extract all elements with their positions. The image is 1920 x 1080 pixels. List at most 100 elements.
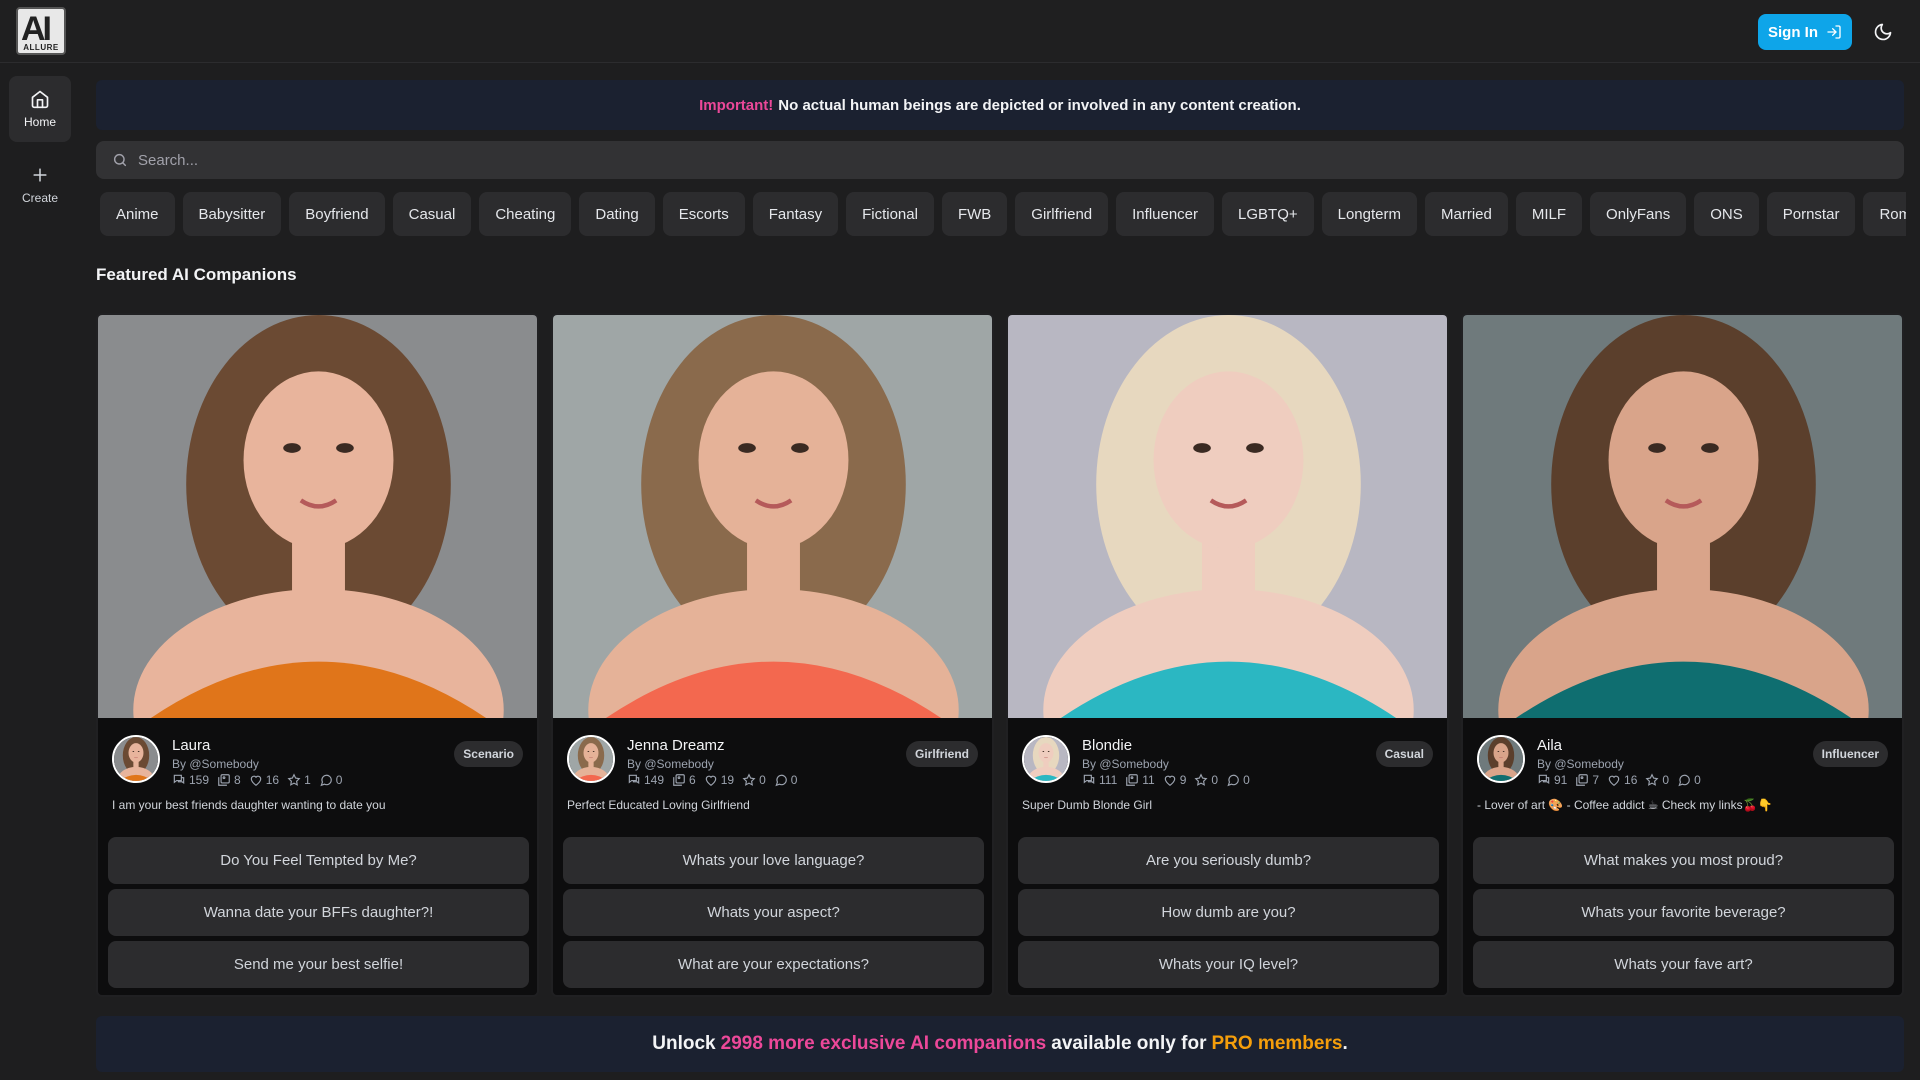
tag-anime[interactable]: Anime (100, 192, 175, 236)
heart-icon (1608, 775, 1620, 786)
images-icon (1576, 774, 1589, 786)
sign-in-button[interactable]: Sign In (1758, 14, 1852, 50)
tag-fictional[interactable]: Fictional (846, 192, 934, 236)
search-input[interactable] (138, 151, 1838, 169)
search-bar[interactable] (96, 141, 1904, 179)
star-icon (742, 773, 756, 786)
prompt-button[interactable]: Wanna date your BFFs daughter?! (108, 889, 529, 936)
prompt-button[interactable]: Are you seriously dumb? (1018, 837, 1439, 884)
category-badge: Casual (1375, 741, 1433, 767)
tag-married[interactable]: Married (1425, 192, 1508, 236)
search-icon (113, 153, 127, 167)
sidebar-item-create[interactable]: Create (9, 152, 71, 218)
upsell-suffix: . (1342, 1033, 1348, 1054)
companion-stats: 149 6 19 0 0 (627, 773, 797, 787)
companion-name: Laura (172, 737, 211, 754)
tag-dating[interactable]: Dating (579, 192, 655, 236)
sign-in-icon (1827, 25, 1841, 39)
prompt-button[interactable]: Whats your fave art? (1473, 941, 1894, 988)
prompt-button[interactable]: What are your expectations? (563, 941, 984, 988)
companion-description: Perfect Educated Loving Girlfriend (567, 798, 750, 812)
theme-toggle-button[interactable] (1870, 19, 1896, 45)
tag-girlfriend[interactable]: Girlfriend (1015, 192, 1109, 236)
prompt-button[interactable]: Whats your aspect? (563, 889, 984, 936)
stat-value: 0 (1243, 773, 1250, 787)
sidebar-item-label: Home (23, 115, 56, 129)
category-tags: Anime Babysitter Boyfriend Casual Cheati… (100, 192, 1906, 238)
tag-fwb[interactable]: FWB (941, 192, 1008, 236)
tag-influencer[interactable]: Influencer (1116, 192, 1215, 236)
tag-babysitter[interactable]: Babysitter (182, 192, 282, 236)
companion-author[interactable]: By @Somebody (1082, 757, 1169, 771)
chat-icon (1538, 774, 1550, 785)
stat-chats: 159 (172, 773, 209, 787)
stat-chats: 149 (627, 773, 664, 787)
stat-value: 91 (1554, 773, 1568, 787)
stat-value: 0 (1211, 773, 1219, 787)
stat-images: 7 (1575, 773, 1599, 787)
companion-photo[interactable] (98, 315, 537, 718)
tag-lgbtq[interactable]: LGBTQ+ (1222, 192, 1314, 236)
companion-author[interactable]: By @Somebody (172, 757, 259, 771)
companion-card[interactable]: Aila By @Somebody 91 7 16 0 0 Influencer… (1461, 313, 1904, 997)
prompt-button[interactable]: How dumb are you? (1018, 889, 1439, 936)
companion-card[interactable]: Laura By @Somebody 159 8 16 1 0 Scenario… (96, 313, 539, 997)
companion-author[interactable]: By @Somebody (1537, 757, 1624, 771)
companion-card[interactable]: Jenna Dreamz By @Somebody 149 6 19 0 0 G… (551, 313, 994, 997)
comment-icon (775, 774, 787, 787)
tag-ons[interactable]: ONS (1694, 192, 1759, 236)
stat-value: 159 (189, 773, 210, 787)
avatar (112, 735, 160, 783)
stat-value: 9 (1179, 773, 1187, 787)
prompt-button[interactable]: What makes you most proud? (1473, 837, 1894, 884)
tag-onlyfans[interactable]: OnlyFans (1590, 192, 1687, 236)
prompt-button[interactable]: Do You Feel Tempted by Me? (108, 837, 529, 884)
companion-photo[interactable] (1008, 315, 1447, 718)
prompt-button[interactable]: Whats your love language? (563, 837, 984, 884)
prompt-button[interactable]: Send me your best selfie! (108, 941, 529, 988)
companion-name: Aila (1537, 737, 1563, 754)
stat-value: 0 (335, 773, 343, 787)
avatar (1477, 735, 1525, 783)
tag-longterm[interactable]: Longterm (1321, 192, 1417, 236)
tag-romance[interactable]: Romance (1863, 192, 1906, 236)
stat-stars: 1 (287, 773, 311, 787)
stat-value: 16 (265, 773, 280, 787)
comment-icon (1678, 774, 1690, 787)
prompt-button[interactable]: Whats your IQ level? (1018, 941, 1439, 988)
tag-cheating[interactable]: Cheating (479, 192, 572, 236)
prompt-button[interactable]: Whats your favorite beverage? (1473, 889, 1894, 936)
disclaimer-banner: Important! No actual human beings are de… (96, 80, 1904, 130)
stat-comments: 0 (319, 773, 343, 787)
tag-pornstar[interactable]: Pornstar (1766, 192, 1856, 236)
pro-upsell-banner[interactable]: Unlock 2998 more exclusive AI companions… (96, 1016, 1904, 1072)
stat-chats: 91 (1537, 773, 1567, 787)
stat-likes: 9 (1163, 773, 1187, 787)
heart-icon (1164, 775, 1175, 786)
tag-escorts[interactable]: Escorts (662, 192, 745, 236)
tag-boyfriend[interactable]: Boyfriend (289, 192, 385, 236)
home-icon (31, 90, 49, 109)
chat-icon (1083, 774, 1095, 785)
tag-fantasy[interactable]: Fantasy (752, 192, 839, 236)
category-badge: Girlfriend (905, 741, 978, 767)
sidebar-item-home[interactable]: Home (9, 76, 71, 142)
stat-images: 8 (217, 773, 241, 787)
companion-card[interactable]: Blondie By @Somebody 111 11 9 0 0 Casual… (1006, 313, 1449, 997)
top-bar: AI ALLURE Sign In (0, 0, 1920, 63)
tag-casual[interactable]: Casual (392, 192, 472, 236)
star-icon (1194, 773, 1208, 786)
stat-stars: 0 (1194, 773, 1218, 787)
companion-stats: 111 11 9 0 0 (1082, 773, 1250, 787)
stat-value: 0 (759, 773, 766, 787)
app-logo[interactable]: AI ALLURE (16, 7, 66, 55)
sidebar: Home Create (0, 63, 80, 1080)
chat-icon (628, 774, 640, 785)
companion-photo[interactable] (1463, 315, 1902, 718)
section-title: Featured AI Companions (96, 265, 297, 284)
companion-photo[interactable] (553, 315, 992, 718)
chat-icon (173, 774, 185, 785)
stat-likes: 16 (1607, 773, 1637, 787)
companion-author[interactable]: By @Somebody (627, 757, 714, 771)
tag-milf[interactable]: MILF (1515, 192, 1583, 236)
